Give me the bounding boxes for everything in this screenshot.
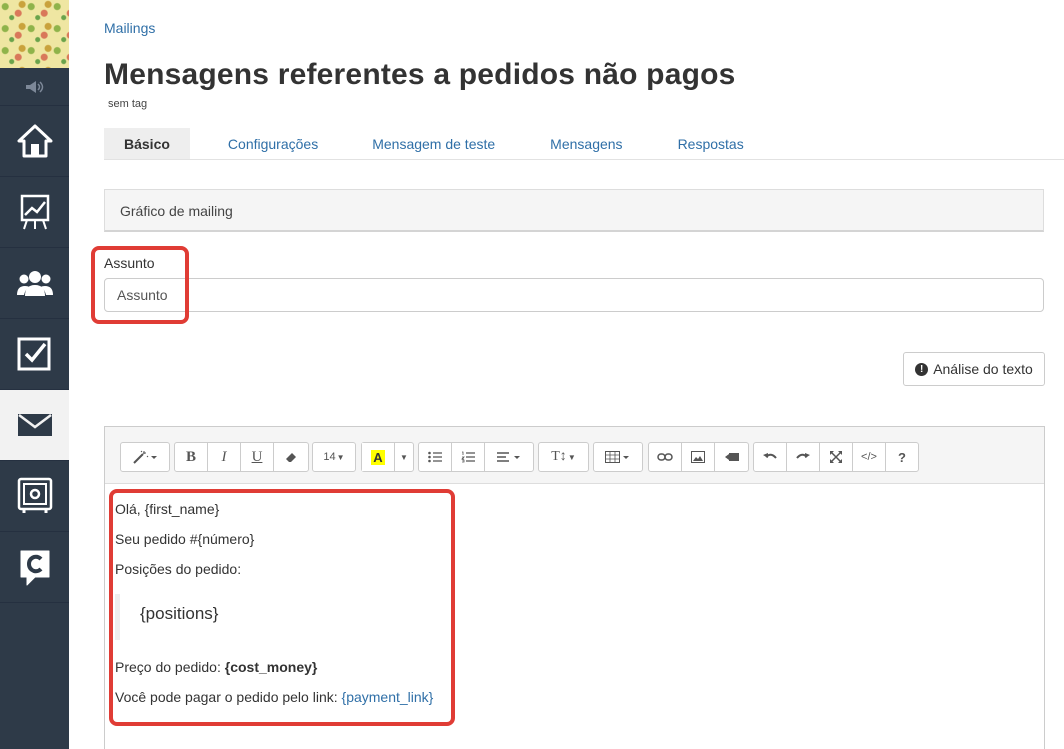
redo-icon (796, 453, 810, 459)
payment-link[interactable]: {payment_link} (342, 689, 434, 705)
main-content: Mailings Mensagens referentes a pedidos … (69, 0, 1064, 749)
tab-messages[interactable]: Mensagens (530, 128, 642, 159)
magic-wand-icon (133, 450, 157, 464)
tab-basic[interactable]: Básico (104, 128, 190, 159)
caret-down-icon: ▼ (336, 452, 345, 462)
help-button[interactable]: ? (886, 443, 918, 471)
link-button[interactable] (649, 443, 682, 471)
table-dropdown[interactable] (594, 443, 642, 471)
editor-toolbar: B I U 14 ▼ A ▼ T↕ ▼ </> ? (105, 427, 1044, 484)
editor-content[interactable]: Olá, {first_name} Seu pedido #{número} P… (105, 484, 1044, 722)
blockquote: {positions} (115, 594, 1034, 640)
safe-icon (17, 477, 52, 513)
caret-down-icon: ▼ (567, 452, 576, 462)
expand-icon (830, 451, 842, 463)
text-analysis-label: Análise do texto (933, 361, 1033, 377)
image-button[interactable] (682, 443, 715, 471)
caret-down-icon: ▼ (400, 452, 408, 462)
speaker-icon[interactable] (0, 68, 69, 106)
fullscreen-button[interactable] (820, 443, 853, 471)
text-height-dropdown[interactable]: T↕ ▼ (539, 443, 588, 471)
sidebar-item-users[interactable] (0, 248, 69, 319)
image-icon (691, 451, 705, 463)
eraser-icon (286, 453, 296, 462)
content-line: Você pode pagar o pedido pelo link: {pay… (115, 689, 434, 705)
numbered-list-button[interactable] (452, 443, 485, 471)
content-line: Posições do pedido: (115, 561, 242, 577)
bullet-list-button[interactable] (419, 443, 452, 471)
tab-bar: Básico Configurações Mensagem de teste M… (104, 128, 1064, 160)
link-icon (657, 453, 673, 461)
tag-label: sem tag (108, 98, 148, 110)
users-icon (16, 271, 53, 296)
chat-c-icon (20, 550, 49, 586)
undo-icon (763, 453, 777, 459)
highlight-color-dropdown[interactable]: ▼ (395, 443, 413, 471)
app-logo[interactable] (0, 0, 69, 68)
home-icon (17, 124, 52, 158)
sidebar-item-mailings[interactable] (0, 390, 69, 461)
chart-board-icon (20, 194, 49, 230)
panel-title: Gráfico de mailing (120, 203, 233, 219)
eraser-button[interactable] (274, 443, 308, 471)
sidebar-item-tasks[interactable] (0, 319, 69, 390)
content-line: Preço do pedido: {cost_money} (115, 659, 318, 675)
mailing-chart-panel[interactable]: Gráfico de mailing (104, 189, 1044, 232)
underline-button[interactable]: U (241, 443, 274, 471)
rich-text-editor: B I U 14 ▼ A ▼ T↕ ▼ </> ? Olá, {first_na… (104, 426, 1045, 749)
breadcrumb[interactable]: Mailings (104, 20, 155, 36)
redo-button[interactable] (787, 443, 820, 471)
text-height-icon: T↕ (551, 449, 567, 464)
checkbox-icon (17, 337, 50, 371)
sidebar-item-chat[interactable] (0, 532, 69, 603)
align-icon (497, 452, 520, 462)
envelope-icon (17, 414, 52, 436)
page-title: Mensagens referentes a pedidos não pagos (104, 58, 736, 91)
sidebar-item-stats[interactable] (0, 177, 69, 248)
exclamation-circle-icon: ! (915, 362, 929, 376)
align-dropdown[interactable] (485, 443, 533, 471)
italic-button[interactable]: I (208, 443, 241, 471)
font-size-dropdown[interactable]: 14 ▼ (313, 443, 355, 471)
video-button[interactable] (715, 443, 748, 471)
code-icon: </> (861, 451, 877, 463)
sidebar-item-home[interactable] (0, 106, 69, 177)
highlight-color-button[interactable]: A (362, 443, 395, 471)
subject-label: Assunto (104, 255, 155, 271)
content-line: Olá, {first_name} (115, 501, 220, 517)
bold-button[interactable]: B (175, 443, 208, 471)
subject-input[interactable] (104, 278, 1044, 312)
tab-test-message[interactable]: Mensagem de teste (352, 128, 515, 159)
sidebar-item-safe[interactable] (0, 461, 69, 532)
tab-settings[interactable]: Configurações (208, 128, 338, 159)
bullet-list-icon (428, 451, 442, 463)
video-icon (724, 453, 739, 461)
content-line: Seu pedido #{número} (115, 531, 255, 547)
sidebar (0, 0, 69, 749)
text-analysis-button[interactable]: ! Análise do texto (903, 352, 1045, 386)
numbered-list-icon (461, 451, 475, 463)
undo-button[interactable] (754, 443, 787, 471)
table-icon (605, 451, 629, 463)
magic-wand-dropdown[interactable] (121, 443, 169, 471)
tab-replies[interactable]: Respostas (658, 128, 764, 159)
code-view-button[interactable]: </> (853, 443, 886, 471)
font-size-value: 14 (323, 451, 336, 463)
highlight-a-icon: A (371, 449, 385, 465)
